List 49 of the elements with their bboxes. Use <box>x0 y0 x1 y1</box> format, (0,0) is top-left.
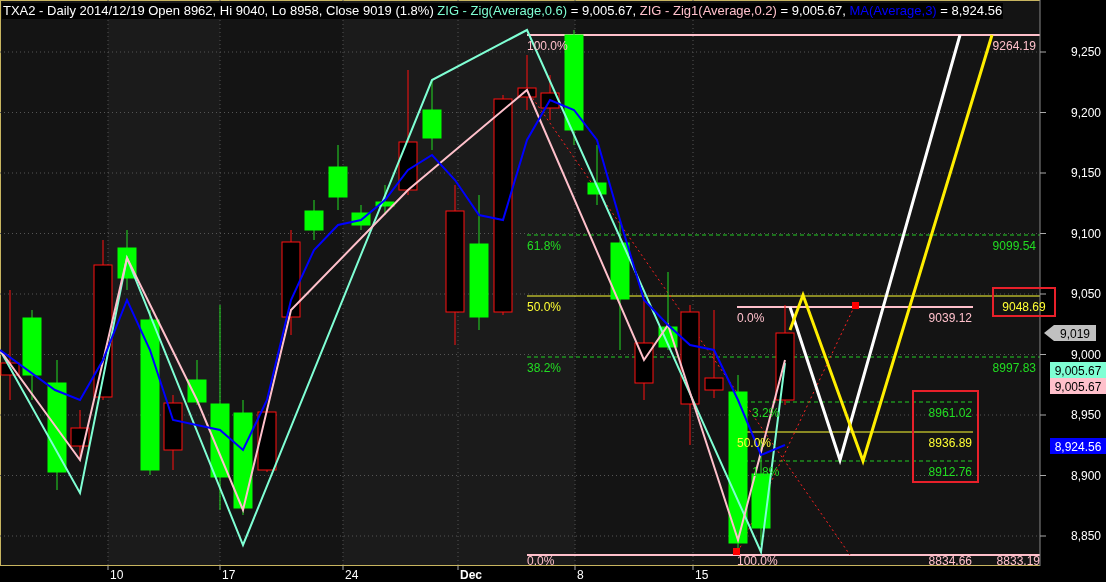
date-tick-label: 24 <box>345 568 359 582</box>
candlestick <box>422 79 442 151</box>
date-tick-label: 17 <box>222 568 236 582</box>
candlestick <box>351 204 371 231</box>
candlestick <box>587 144 607 206</box>
price-tag: 8,924.56 <box>1050 438 1106 454</box>
fibonacci-price: 9264.19 <box>992 39 1036 53</box>
pivot-marker <box>733 548 740 555</box>
price-tick-label: 8,850 <box>1070 529 1101 543</box>
fibonacci-price: 9099.54 <box>992 239 1036 253</box>
fibonacci-percent: 0.0% <box>527 554 555 566</box>
date-tick-label: Dec <box>460 568 482 582</box>
candlestick <box>375 184 395 216</box>
price-tick-label: 9,200 <box>1070 105 1101 120</box>
candlestick <box>117 229 137 291</box>
candlestick <box>304 199 324 241</box>
candlestick <box>70 409 90 461</box>
date-tick-label: 15 <box>695 568 709 582</box>
price-tick-label: 9,050 <box>1070 287 1101 301</box>
fibonacci-price: 9048.69 <box>1002 300 1046 314</box>
fibonacci-percent: 0.0% <box>737 311 765 325</box>
price-tick-label: 8,900 <box>1070 468 1101 483</box>
highlight-frame <box>992 287 1056 317</box>
date-tick-label: 10 <box>110 568 124 582</box>
candlestick <box>328 144 348 211</box>
fibonacci-price: 8997.83 <box>992 361 1036 375</box>
fibonacci-percent: 61.8% <box>527 239 562 253</box>
fibonacci-price: 9039.12 <box>928 311 972 325</box>
fibonacci-price: 8936.89 <box>928 436 972 450</box>
price-tag: 9,005.67 <box>1050 378 1106 394</box>
candlestick <box>517 54 537 111</box>
fibonacci-price: 8912.76 <box>928 465 972 479</box>
date-tick-label: 8 <box>577 568 584 582</box>
fibonacci-percent: 50.0% <box>527 300 562 314</box>
fibonacci-price: 8961.02 <box>928 406 972 420</box>
price-tick-label: 9,100 <box>1070 226 1101 241</box>
price-tag: 9,005.67 <box>1050 362 1106 378</box>
price-tick-label: 8,950 <box>1070 408 1101 422</box>
candlestick <box>187 359 207 406</box>
fibonacci-price: 8833.19 <box>996 554 1040 566</box>
price-tick-label: 9,250 <box>1070 45 1101 59</box>
fibonacci-price: 8834.66 <box>928 554 972 566</box>
price-tick-label: 9,150 <box>1070 166 1101 180</box>
pivot-marker <box>852 302 859 309</box>
fibonacci-percent: 38.2% <box>527 361 562 375</box>
price-tick-label: 9,000 <box>1070 347 1101 362</box>
candlestick <box>540 74 560 121</box>
chart-legend: TXA2 - Daily 2014/12/19 Open 8962, Hi 9040, Lo 8958, Close 9019 (1.8%) ZIG - Zig(Average,0.6) = 9,005.67, ZIG - Zig1(Average,0.2) = 9,005.67, MA(Average,3) = 8,924.56 <box>2 3 1004 19</box>
fibonacci-percent: 100.0% <box>737 554 778 566</box>
